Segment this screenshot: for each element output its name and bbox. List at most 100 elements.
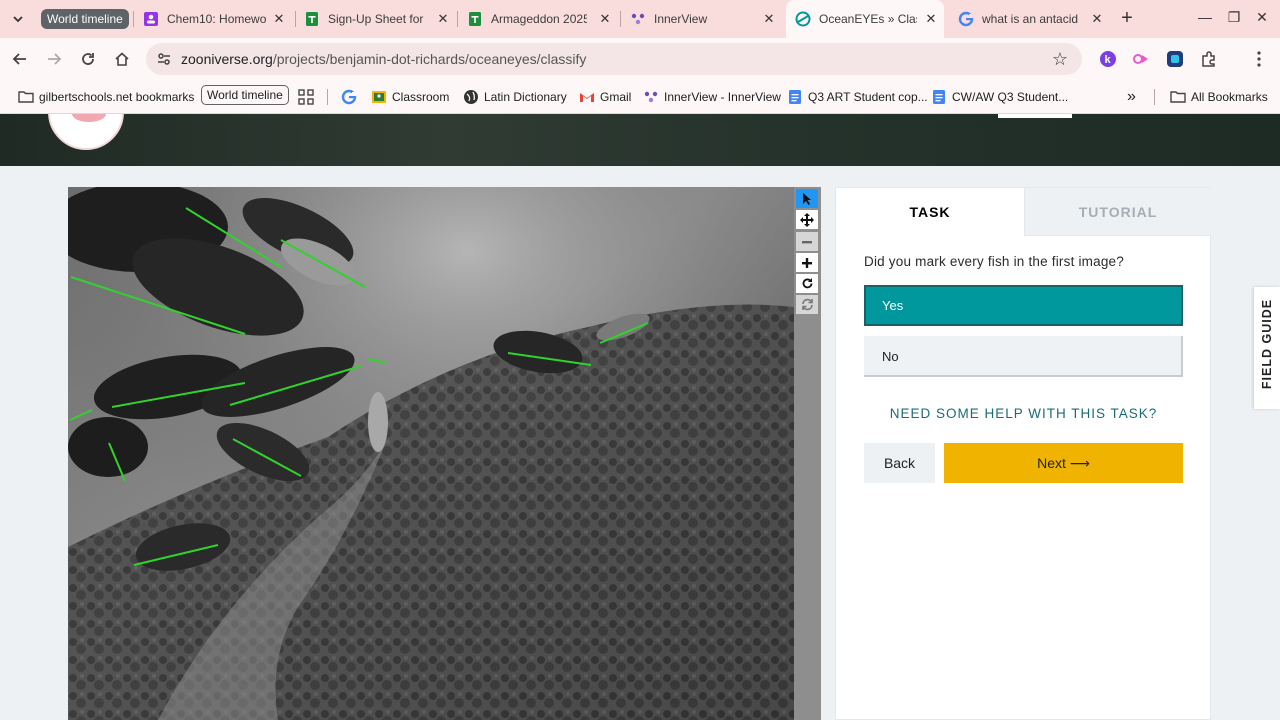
subject-image-viewer[interactable] bbox=[68, 187, 794, 720]
docs-icon bbox=[931, 89, 947, 105]
task-tabs: TASK TUTORIAL bbox=[836, 188, 1211, 236]
tab-oceaneyes[interactable]: OceanEYEs » Class ✕ bbox=[786, 0, 944, 38]
field-guide-tab[interactable]: FIELD GUIDE bbox=[1254, 287, 1280, 409]
task-panel: TASK TUTORIAL Did you mark every fish in… bbox=[835, 187, 1211, 720]
close-icon[interactable]: ✕ bbox=[598, 12, 612, 26]
tab-chem10[interactable]: Chem10: Homewo ✕ bbox=[137, 0, 292, 38]
close-icon[interactable]: ✕ bbox=[924, 12, 938, 26]
globe-icon bbox=[463, 89, 479, 105]
next-button[interactable]: Next ⟶ bbox=[944, 443, 1183, 483]
bookmarks-bar: gilbertschools.net bookmarks World timel… bbox=[0, 80, 1280, 114]
tab-separator bbox=[620, 11, 621, 27]
back-nav-button[interactable] bbox=[8, 47, 32, 71]
reset-view-tool[interactable] bbox=[796, 295, 818, 314]
bookmark-cw-aw-q3[interactable]: CW/AW Q3 Student... bbox=[931, 87, 1068, 107]
site-info-icon[interactable] bbox=[156, 51, 172, 67]
more-bookmarks-chevron-icon[interactable]: » bbox=[1127, 87, 1136, 107]
bookmark-latin-dictionary[interactable]: Latin Dictionary bbox=[463, 87, 567, 107]
underwater-fish-image[interactable] bbox=[68, 187, 794, 720]
folder-managed-icon bbox=[18, 89, 34, 105]
google-icon bbox=[341, 89, 357, 105]
svg-text:k: k bbox=[1105, 54, 1112, 66]
project-header-banner bbox=[0, 114, 1280, 166]
tab-innerview[interactable]: InnerView ✕ bbox=[624, 0, 782, 38]
bookmark-group-chip[interactable]: World timeline bbox=[201, 85, 289, 105]
answer-yes-button[interactable]: Yes bbox=[864, 285, 1183, 326]
zoom-out-tool[interactable] bbox=[796, 232, 818, 251]
tab-title: what is an antacid bbox=[982, 12, 1079, 26]
reset-icon bbox=[801, 298, 813, 311]
bookmark-label: Latin Dictionary bbox=[484, 90, 567, 104]
bookmark-innerview[interactable]: InnerView - InnerView bbox=[643, 87, 781, 107]
tab-separator bbox=[295, 11, 296, 27]
classroom-icon bbox=[371, 89, 387, 105]
tab-separator bbox=[457, 11, 458, 27]
folder-icon bbox=[1170, 89, 1186, 105]
tab-title: Sign-Up Sheet for C bbox=[328, 12, 426, 26]
bookmark-label: InnerView - InnerView bbox=[664, 90, 781, 104]
bookmark-gmail[interactable]: Gmail bbox=[579, 87, 631, 107]
bookmark-q3-art[interactable]: Q3 ART Student cop... bbox=[787, 87, 928, 107]
google-bookmark[interactable] bbox=[341, 87, 362, 107]
close-icon[interactable]: ✕ bbox=[436, 12, 450, 26]
all-bookmarks-folder[interactable]: All Bookmarks bbox=[1170, 87, 1268, 107]
tab-group-chip[interactable]: World timeline bbox=[41, 9, 129, 29]
close-icon[interactable]: ✕ bbox=[272, 12, 286, 26]
tab-task[interactable]: TASK bbox=[836, 188, 1024, 236]
close-icon[interactable]: ✕ bbox=[762, 12, 776, 26]
close-icon[interactable]: ✕ bbox=[1090, 12, 1104, 26]
tab-armageddon[interactable]: Armageddon 2025 ✕ bbox=[461, 0, 618, 38]
move-arrows-icon bbox=[800, 212, 814, 227]
zoom-in-tool[interactable] bbox=[796, 253, 818, 272]
sheets-icon bbox=[304, 11, 320, 27]
bookmark-label: All Bookmarks bbox=[1191, 90, 1268, 104]
apps-grid-button[interactable] bbox=[298, 87, 319, 107]
tab-title: OceanEYEs » Class bbox=[819, 12, 917, 26]
restore-button[interactable]: ❐ bbox=[1224, 9, 1244, 29]
bookmark-label: Q3 ART Student cop... bbox=[808, 90, 928, 104]
k-extension-icon[interactable]: k bbox=[1097, 48, 1119, 70]
google-icon bbox=[958, 11, 974, 27]
bookmark-classroom[interactable]: Classroom bbox=[371, 87, 449, 107]
bookmark-separator bbox=[327, 89, 328, 105]
zooniverse-icon bbox=[795, 11, 811, 27]
assignment-icon bbox=[143, 11, 159, 27]
tab-signup-sheet[interactable]: Sign-Up Sheet for C ✕ bbox=[298, 0, 456, 38]
bookmark-star-icon[interactable]: ☆ bbox=[1050, 49, 1070, 69]
tab-tutorial[interactable]: TUTORIAL bbox=[1024, 188, 1211, 236]
active-nav-indicator bbox=[998, 114, 1072, 118]
task-help-link[interactable]: NEED SOME HELP WITH THIS TASK? bbox=[836, 406, 1211, 421]
bookmark-separator bbox=[1154, 89, 1155, 105]
address-bar[interactable]: zooniverse.org/projects/benjamin-dot-ric… bbox=[146, 43, 1082, 75]
tab-search-button[interactable] bbox=[6, 7, 30, 31]
new-tab-button[interactable]: + bbox=[1116, 8, 1138, 30]
forward-nav-button[interactable] bbox=[42, 47, 66, 71]
answer-no-button[interactable]: No bbox=[864, 336, 1183, 377]
rotate-tool[interactable] bbox=[796, 274, 818, 293]
pan-tool[interactable] bbox=[796, 210, 818, 229]
close-window-button[interactable]: ✕ bbox=[1252, 9, 1272, 29]
sheets-icon bbox=[467, 11, 483, 27]
extension-icon[interactable] bbox=[1164, 48, 1186, 70]
reload-icon bbox=[82, 53, 94, 65]
extensions-puzzle-icon[interactable] bbox=[1198, 48, 1220, 70]
tab-title: Chem10: Homewo bbox=[167, 12, 267, 26]
extension-icon[interactable] bbox=[1130, 48, 1152, 70]
managed-bookmarks-folder[interactable]: gilbertschools.net bookmarks bbox=[18, 87, 194, 107]
select-pointer-tool[interactable] bbox=[796, 189, 818, 208]
home-button[interactable] bbox=[110, 47, 134, 71]
back-button[interactable]: Back bbox=[864, 443, 935, 483]
tab-title: Armageddon 2025 bbox=[491, 12, 587, 26]
minimize-button[interactable]: — bbox=[1195, 9, 1215, 29]
minus-icon bbox=[802, 240, 812, 243]
kebab-menu-icon[interactable] bbox=[1248, 48, 1270, 70]
project-avatar[interactable] bbox=[48, 114, 124, 150]
bookmark-label: Classroom bbox=[392, 90, 450, 104]
task-question: Did you mark every fish in the first ima… bbox=[864, 254, 1124, 269]
browser-toolbar: zooniverse.org/projects/benjamin-dot-ric… bbox=[0, 38, 1280, 80]
reload-button[interactable] bbox=[76, 47, 100, 71]
plus-icon bbox=[802, 257, 812, 268]
apps-grid-icon bbox=[298, 89, 314, 105]
tab-antacid-search[interactable]: what is an antacid ✕ bbox=[950, 0, 1110, 38]
bookmark-label: gilbertschools.net bookmarks bbox=[39, 90, 195, 104]
